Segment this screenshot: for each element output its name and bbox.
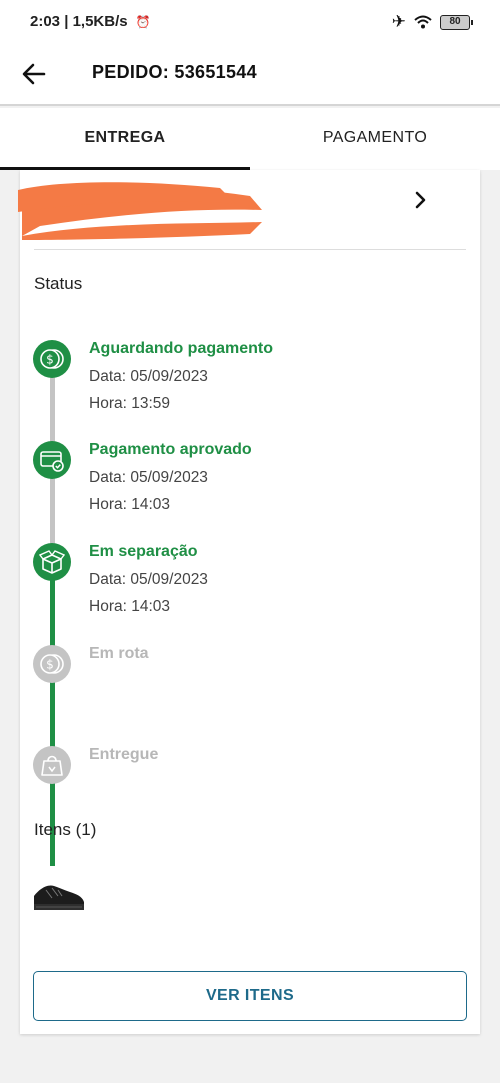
status-icons: ✈ 80 xyxy=(391,12,473,32)
svg-text:$: $ xyxy=(46,353,54,367)
step-time: Hora: 14:03 xyxy=(89,598,170,615)
battery-icon: 80 xyxy=(440,14,473,30)
step-icon-separacao xyxy=(33,543,71,581)
ver-itens-button[interactable]: VER ITENS xyxy=(33,971,467,1021)
shopping-bag-icon xyxy=(41,755,63,776)
back-arrow-icon[interactable] xyxy=(20,60,48,88)
step-icon-entregue xyxy=(33,746,71,784)
divider xyxy=(34,249,466,250)
step-icon-em-rota: $ xyxy=(33,645,71,683)
redaction-scribble xyxy=(18,182,262,240)
items-section-title: Itens (1) xyxy=(34,820,97,839)
tab-bar: ENTREGA PAGAMENTO xyxy=(0,108,500,170)
step-label: Em rota xyxy=(89,645,149,662)
step-date: Data: 05/09/2023 xyxy=(89,368,208,385)
step-icon-aprovado xyxy=(33,441,71,479)
address-row[interactable] xyxy=(18,170,480,250)
page-title: PEDIDO: 53651544 xyxy=(92,62,257,82)
wifi-icon xyxy=(414,15,432,29)
card-check-icon xyxy=(40,451,64,472)
network-speed: 1,5KB/s xyxy=(72,13,128,30)
status-timeline: $ Aguardando pagamento Data: 05/09/2023 … xyxy=(20,340,480,866)
step-time: Hora: 14:03 xyxy=(89,496,170,513)
chevron-right-icon[interactable] xyxy=(408,188,432,212)
clock-text: 2:03 xyxy=(30,13,61,30)
step-time: Hora: 13:59 xyxy=(89,395,170,412)
app-bar: PEDIDO: 53651544 xyxy=(0,44,500,106)
step-label: Em separação xyxy=(89,543,198,560)
order-card: Status $ Aguardando pagamento Data: 05/0… xyxy=(18,170,480,1034)
dollar-coins-icon: $ xyxy=(40,349,64,369)
airplane-icon: ✈ xyxy=(391,12,406,31)
step-label: Aguardando pagamento xyxy=(89,340,274,357)
box-icon xyxy=(39,550,65,574)
battery-level: 80 xyxy=(449,15,461,27)
step-label: Entregue xyxy=(89,746,159,763)
status-bar: 2:03 | 1,5KB/s ⏰ ✈ 80 xyxy=(0,0,500,44)
tab-pagamento[interactable]: PAGAMENTO xyxy=(250,108,500,170)
alarm-icon: ⏰ xyxy=(135,15,151,29)
tab-entrega[interactable]: ENTREGA xyxy=(0,108,250,170)
step-date: Data: 05/09/2023 xyxy=(89,469,208,486)
svg-text:$: $ xyxy=(46,658,54,672)
dollar-coins-icon: $ xyxy=(40,654,64,674)
product-thumbnail[interactable] xyxy=(32,876,86,914)
step-icon-aguardando: $ xyxy=(33,340,71,378)
status-time: 2:03 | 1,5KB/s ⏰ xyxy=(30,13,151,30)
step-date: Data: 05/09/2023 xyxy=(89,571,208,588)
step-label: Pagamento aprovado xyxy=(89,441,252,458)
status-section-title: Status xyxy=(34,274,83,293)
